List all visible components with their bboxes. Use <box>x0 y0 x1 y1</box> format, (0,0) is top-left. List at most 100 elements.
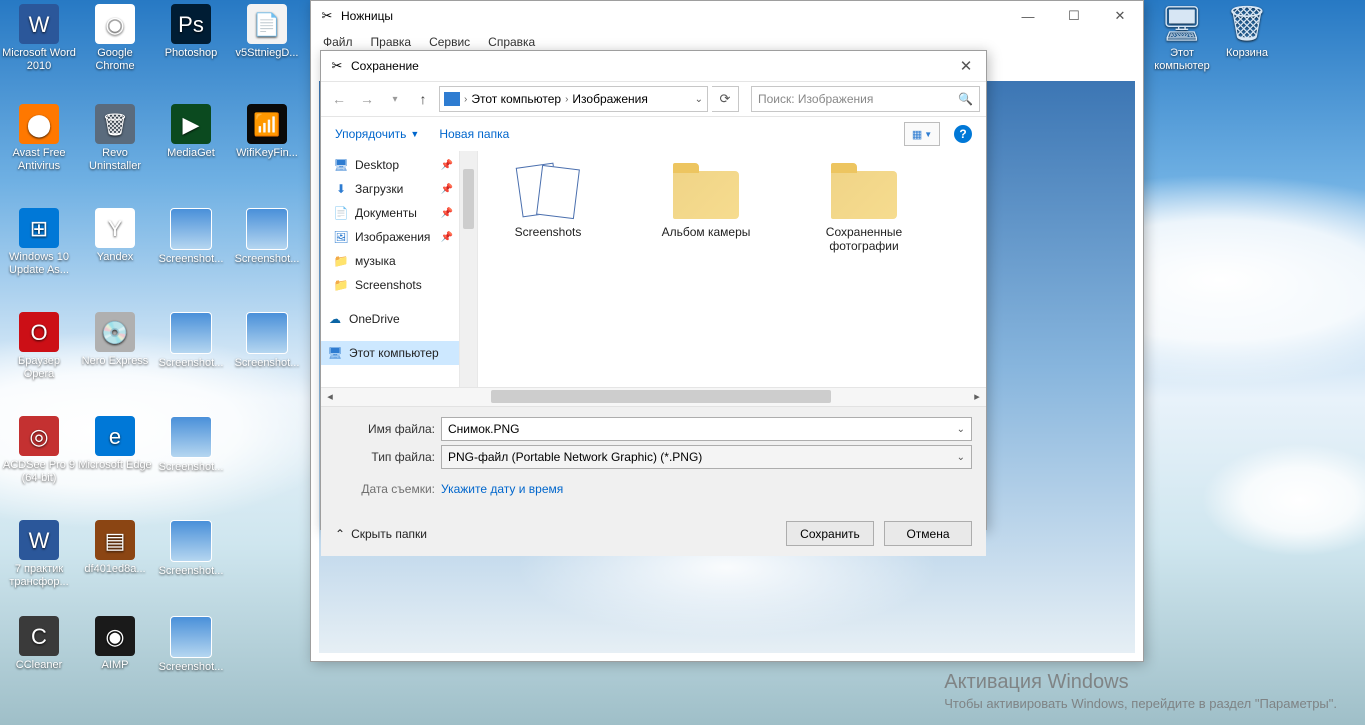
help-icon[interactable]: ? <box>954 125 972 143</box>
nav-row: ← → ▾ ↑ › Этот компьютер › Изображения ⌄… <box>321 81 986 117</box>
tree-node[interactable]: 🖼Изображения📌 <box>321 225 459 249</box>
app-icon: 📄 <box>247 4 287 44</box>
icon-label: Microsoft Edge <box>78 459 152 472</box>
hide-folders-toggle[interactable]: ⌃ Скрыть папки <box>335 527 427 541</box>
desktop-icon[interactable]: ▤df401ed8a... <box>78 520 152 576</box>
chevron-right-icon[interactable]: › <box>464 94 467 105</box>
desktop-icon[interactable]: OБраузер Opera <box>2 312 76 381</box>
organize-menu[interactable]: Упорядочить▼ <box>335 127 419 141</box>
desktop-icon[interactable]: ◉AIMP <box>78 616 152 672</box>
desktop-icon[interactable]: 🗑Revo Uninstaller <box>78 104 152 173</box>
address-bar[interactable]: › Этот компьютер › Изображения ⌄ <box>439 86 708 112</box>
save-button[interactable]: Сохранить <box>786 521 874 546</box>
desktop-icon[interactable]: CCCleaner <box>2 616 76 672</box>
icon-label: Этот компьютер <box>1145 47 1219 73</box>
desktop-icon[interactable]: ◎ACDSee Pro 9 (64-bit) <box>2 416 76 485</box>
desktop-icon[interactable]: Screenshot... <box>154 616 228 674</box>
filetype-label: Тип файла: <box>335 450 435 464</box>
desktop-icon[interactable]: YYandex <box>78 208 152 264</box>
back-button[interactable]: ← <box>327 87 351 111</box>
desktop-icon[interactable]: ⊞ Windows 10 Update As... <box>2 208 76 277</box>
tree-node[interactable]: 📁Screenshots <box>321 273 459 297</box>
desktop-icon[interactable]: Screenshot... <box>154 208 228 266</box>
maximize-button[interactable]: ☐ <box>1051 1 1097 31</box>
icon-label: Screenshot... <box>154 661 228 674</box>
tree-node[interactable]: 📁музыка <box>321 249 459 273</box>
app-icon: ⬤ <box>19 104 59 144</box>
desktop-icon[interactable]: 🗑 Корзина <box>1210 4 1284 60</box>
desktop-icon[interactable]: W7 практик трансфор... <box>2 520 76 589</box>
pin-icon: 📌 <box>441 232 453 243</box>
desktop-icon[interactable]: e Microsoft Edge <box>78 416 152 472</box>
tree-node[interactable]: ⬇Загрузки📌 <box>321 177 459 201</box>
forward-button[interactable]: → <box>355 87 379 111</box>
folder-item[interactable]: Альбом камеры <box>646 163 766 239</box>
search-input[interactable]: Поиск: Изображения 🔍 <box>751 86 980 112</box>
folder-icon <box>513 163 583 219</box>
close-button[interactable]: ✕ <box>1097 1 1143 31</box>
tree-label: OneDrive <box>349 312 400 326</box>
tree-node[interactable]: 🖥Desktop📌 <box>321 153 459 177</box>
close-button[interactable]: ✕ <box>946 51 986 81</box>
filename-input[interactable]: Снимок.PNG⌄ <box>441 417 972 441</box>
filetype-select[interactable]: PNG-файл (Portable Network Graphic) (*.P… <box>441 445 972 469</box>
desktop-icon[interactable]: Screenshot... <box>230 208 304 266</box>
up-button[interactable]: ↑ <box>411 87 435 111</box>
tree-scrollbar[interactable] <box>460 151 478 387</box>
save-titlebar[interactable]: ✂ Сохранение ✕ <box>321 51 986 81</box>
chevron-down-icon[interactable]: ⌄ <box>957 424 965 435</box>
desktop-icon[interactable]: PsPhotoshop <box>154 4 228 60</box>
desktop-icon[interactable]: ⬤Avast Free Antivirus <box>2 104 76 173</box>
snip-titlebar[interactable]: ✂ Ножницы — ☐ ✕ <box>311 1 1143 31</box>
app-icon: ⊞ <box>19 208 59 248</box>
desktop-icon[interactable]: WMicrosoft Word 2010 <box>2 4 76 73</box>
scroll-right-icon[interactable]: ▸ <box>968 388 986 405</box>
app-icon <box>170 616 212 658</box>
app-icon: ◎ <box>19 416 59 456</box>
icon-label: Корзина <box>1210 47 1284 60</box>
chevron-right-icon[interactable]: › <box>565 94 568 105</box>
app-icon: 📶 <box>247 104 287 144</box>
app-icon: e <box>95 416 135 456</box>
folder-content[interactable]: Screenshots Альбом камеры Сохраненные фото… <box>478 151 986 387</box>
scroll-left-icon[interactable]: ◂ <box>321 388 339 405</box>
desktop-icon[interactable]: ▶MediaGet <box>154 104 228 160</box>
desktop-icon[interactable]: Screenshot... <box>154 416 228 474</box>
tree-node[interactable]: 🖥Этот компьютер <box>321 341 459 365</box>
icon-label: v5SttniegD... <box>230 47 304 60</box>
cancel-button[interactable]: Отмена <box>884 521 972 546</box>
folder-item[interactable]: Сохраненные фотографии <box>804 163 924 253</box>
menu-file[interactable]: Файл <box>323 35 353 49</box>
date-label: Дата съемки: <box>335 482 435 496</box>
menu-tools[interactable]: Сервис <box>429 35 470 49</box>
desktop-icon[interactable]: Screenshot... <box>154 520 228 578</box>
breadcrumb-root[interactable]: Этот компьютер <box>471 92 561 106</box>
desktop-icon[interactable]: ◉Google Chrome <box>78 4 152 73</box>
date-taken-link[interactable]: Укажите дату и время <box>441 482 563 496</box>
view-mode-button[interactable]: ▦ ▼ <box>904 122 940 146</box>
system-icon: 🗑 <box>1227 4 1267 44</box>
folder-item[interactable]: Screenshots <box>488 163 608 239</box>
h-scrollbar[interactable]: ◂ ▸ <box>321 387 986 406</box>
chevron-down-icon[interactable]: ⌄ <box>957 452 965 463</box>
menu-edit[interactable]: Правка <box>371 35 412 49</box>
desktop-icon[interactable]: Screenshot... <box>154 312 228 370</box>
desktop-icon[interactable]: 📄 v5SttniegD... <box>230 4 304 60</box>
chevron-down-icon[interactable]: ⌄ <box>695 94 703 105</box>
tree-node[interactable]: ☁OneDrive <box>321 307 459 331</box>
desktop-icon[interactable]: Screenshot... <box>230 312 304 370</box>
icon-label: Браузер Opera <box>2 355 76 381</box>
new-folder-button[interactable]: Новая папка <box>439 127 509 141</box>
refresh-button[interactable]: ⟳ <box>712 86 739 112</box>
desktop-icon[interactable]: 📶WifiKeyFin... <box>230 104 304 160</box>
tree-node[interactable]: 📄Документы📌 <box>321 201 459 225</box>
minimize-button[interactable]: — <box>1005 1 1051 31</box>
folder-icon: ⬇ <box>333 182 349 196</box>
icon-label: Windows 10 Update As... <box>2 251 76 277</box>
recent-dropdown[interactable]: ▾ <box>383 87 407 111</box>
desktop-icon[interactable]: 🖥Этот компьютер <box>1145 4 1219 73</box>
breadcrumb-leaf[interactable]: Изображения <box>572 92 647 106</box>
menu-help[interactable]: Справка <box>488 35 535 49</box>
desktop-icon[interactable]: 💿Nero Express <box>78 312 152 368</box>
pin-icon: 📌 <box>441 184 453 195</box>
